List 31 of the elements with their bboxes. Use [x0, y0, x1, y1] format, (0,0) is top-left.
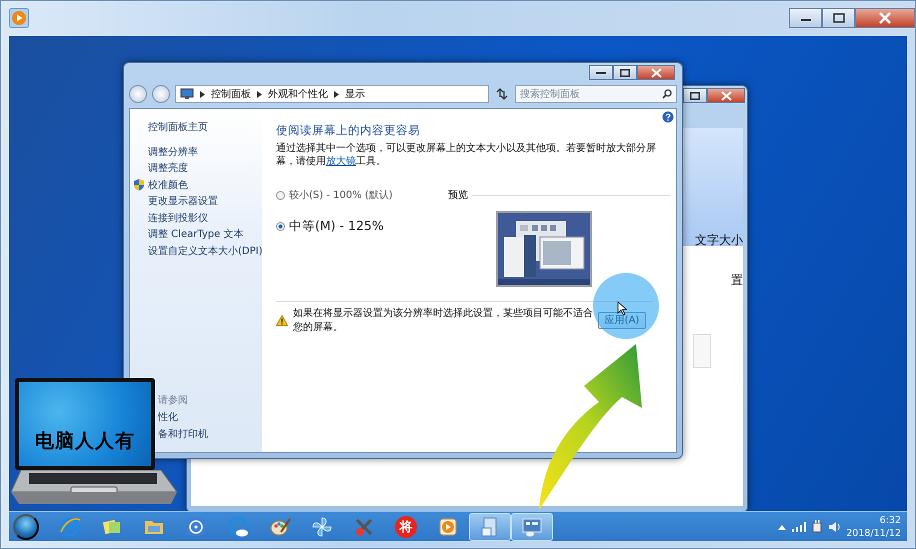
- radio-option[interactable]: 中等(M) - 125%: [276, 218, 448, 235]
- window-text: 文字大小: [695, 232, 743, 249]
- sidebar-link[interactable]: 备和打印机: [158, 426, 262, 442]
- sidebar-link[interactable]: 调整 ClearType 文本: [148, 226, 262, 242]
- warning-text: 如果在将显示器设置为该分辨率时选择此设置，某些项目可能不适合您的屏幕。: [293, 306, 593, 334]
- magnifier-link[interactable]: 放大镜: [326, 156, 356, 167]
- preview-label: 预览: [448, 189, 468, 202]
- search-placeholder: 搜索控制面板: [520, 88, 580, 101]
- page-heading: 使阅读屏幕上的内容更容易: [276, 123, 421, 138]
- clock-time[interactable]: 6:32: [880, 514, 901, 526]
- clock-date[interactable]: 2018/11/12: [846, 526, 901, 540]
- sidebar-link[interactable]: 设置自定义文本大小(DPI): [148, 242, 262, 259]
- breadcrumb-item[interactable]: 外观和个性化: [268, 87, 328, 101]
- sidebar-link[interactable]: 调整分辨率: [148, 144, 262, 160]
- search-field[interactable]: 搜索控制面板: [515, 85, 677, 103]
- sidebar-link[interactable]: 调整亮度: [148, 160, 262, 176]
- sidebar-link[interactable]: 控制面板主页: [148, 119, 262, 136]
- sidebar-link[interactable]: 性化: [158, 409, 262, 426]
- section-heading: 请参阅: [158, 394, 189, 408]
- window-text: 置: [731, 272, 743, 289]
- sidebar-link[interactable]: 更改显示器设置: [148, 193, 262, 210]
- sidebar-link[interactable]: 连接到投影仪: [148, 210, 262, 226]
- breadcrumb-item[interactable]: 显示: [345, 87, 365, 101]
- badge-icon: 将: [395, 516, 417, 538]
- sidebar-link[interactable]: 校准颜色: [133, 176, 262, 193]
- logo-text: 电脑人人有: [35, 429, 135, 454]
- radio-option[interactable]: 较小(S) - 100% (默认): [276, 188, 448, 202]
- breadcrumb-item[interactable]: 控制面板: [211, 87, 251, 101]
- address-bar[interactable]: 控制面板 外观和个性化 显示: [175, 85, 489, 103]
- description-text: 通过选择其中一个选项，可以更改屏幕上的文本大小以及其他项。若要暂时放大部分屏幕，请使用放大镜工具。: [276, 142, 657, 168]
- taskbar-button[interactable]: 将: [385, 512, 427, 540]
